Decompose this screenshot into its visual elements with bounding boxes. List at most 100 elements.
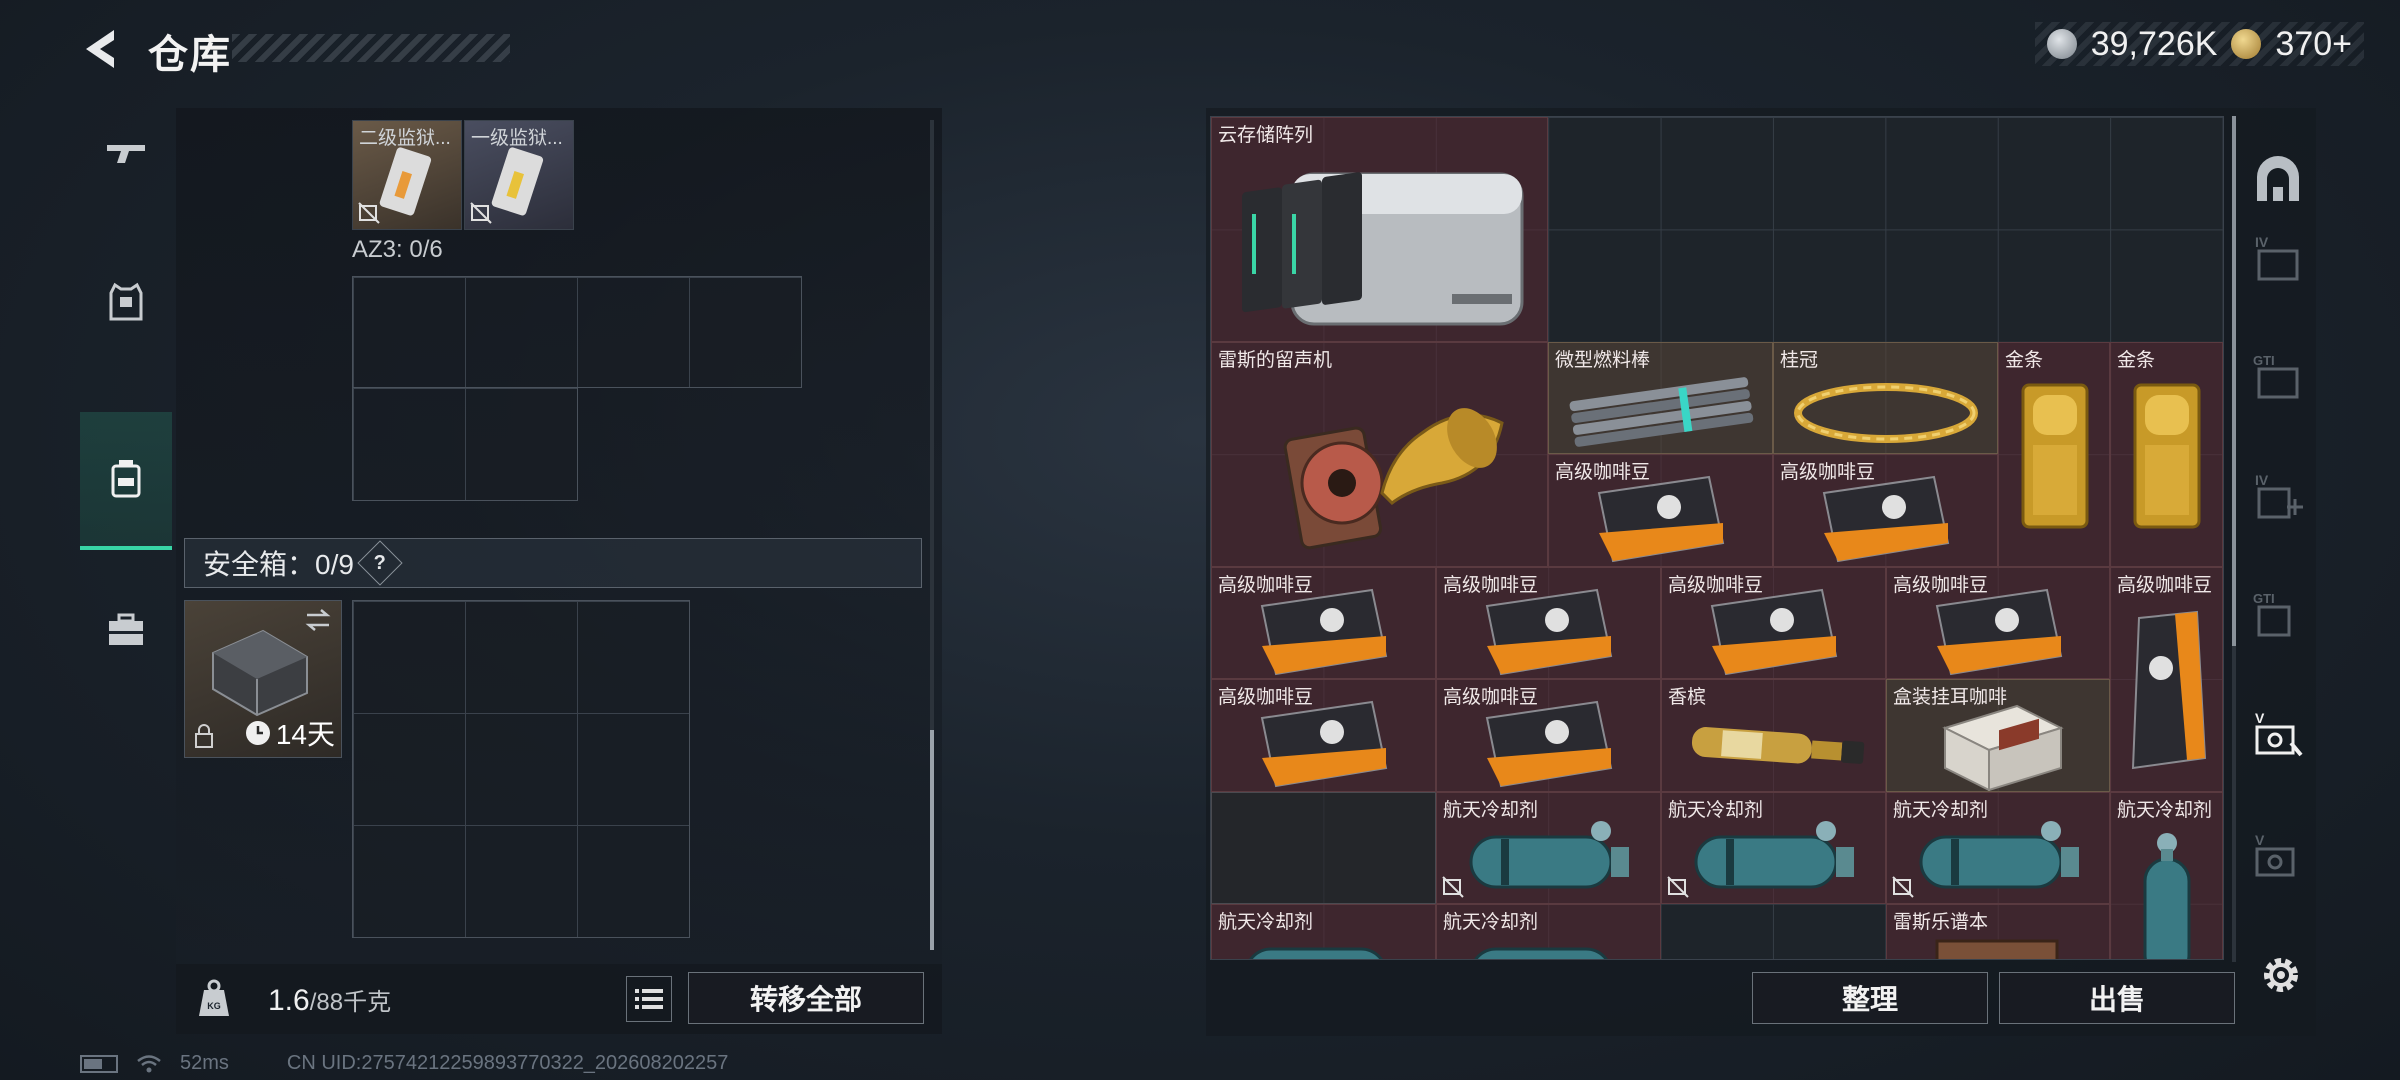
nav-backpack[interactable] (80, 412, 172, 550)
weight-icon: KG (199, 979, 229, 1016)
toolbox-icon (109, 613, 143, 645)
safebox-item[interactable]: 14天 (184, 600, 342, 758)
chevron-left-icon (86, 30, 114, 68)
laurel-crown-icon (1794, 383, 1978, 443)
item-champagne[interactable]: 香槟 (1661, 679, 1886, 792)
coffee-box-icon (1942, 704, 2064, 791)
item-premium-coffee[interactable]: 高级咖啡豆 (1661, 567, 1886, 679)
silver-amount: 39,726K (2090, 24, 2218, 63)
back-button[interactable] (78, 26, 122, 72)
no-insure-icon (1667, 876, 1689, 898)
left-scrollbar-thumb[interactable] (930, 730, 934, 950)
user-uid: CN UID:27574212259893770322_202608202257 (286, 1052, 729, 1074)
svg-text:KG: KG (207, 1001, 221, 1011)
item-premium-coffee[interactable]: 高级咖啡豆 (1211, 679, 1436, 792)
item-slot-keycard-2[interactable]: 二级监狱... (352, 120, 462, 230)
sort-button[interactable]: 整理 (1752, 972, 1988, 1024)
item-name: 微型燃料棒 (1555, 350, 1651, 371)
gold-coin-icon (2231, 29, 2262, 59)
safebox-label: 安全箱：0/9 (203, 549, 354, 580)
nav-weapon[interactable] (80, 106, 172, 198)
coffee-bag-icon (1597, 475, 1725, 563)
swap-icon[interactable] (303, 607, 333, 633)
item-name: 香槟 (1668, 687, 1707, 708)
expansion-box-v-alt-icon: V (2255, 832, 2295, 877)
filter-all[interactable] (2248, 150, 2308, 210)
filter-gti-tools[interactable]: GTI (2248, 584, 2308, 644)
item-gold-bar[interactable]: 金条 (2110, 342, 2223, 567)
coolant-tank-icon (1474, 947, 1608, 959)
expansion-box-v-icon: V (2255, 710, 2303, 757)
coolant-tank-icon (2143, 833, 2191, 959)
item-space-coolant-vertical[interactable]: 航天冷却剂 (2110, 792, 2223, 959)
nav-armor[interactable] (80, 256, 172, 348)
empty-slot[interactable] (1211, 792, 1436, 904)
filter-v-storage[interactable]: V (2248, 826, 2308, 886)
help-button[interactable]: ? (357, 540, 403, 586)
category-nav (80, 106, 172, 712)
item-premium-coffee-vertical[interactable]: 高级咖啡豆 (2110, 567, 2223, 792)
item-premium-coffee[interactable]: 高级咖啡豆 (1548, 454, 1773, 567)
warehouse-grid: 云存储阵列 雷斯的留声机 微型燃料棒 桂冠 金条 金条 高级咖啡豆 高级咖啡豆 … (1210, 116, 2224, 960)
list-icon (635, 989, 663, 1009)
az3-grid-top[interactable] (352, 276, 802, 388)
sell-button[interactable]: 出售 (1999, 972, 2235, 1024)
item-micro-fuel-rod[interactable]: 微型燃料棒 (1548, 342, 1773, 454)
lock-icon (195, 724, 213, 748)
coffee-bag-icon (1485, 588, 1613, 676)
list-view-button[interactable] (626, 976, 672, 1022)
item-laurel[interactable]: 桂冠 (1773, 342, 1998, 454)
item-premium-coffee[interactable]: 高级咖啡豆 (1773, 454, 1998, 567)
item-space-coolant[interactable]: 航天冷却剂 (1661, 792, 1886, 904)
no-insure-icon (470, 202, 492, 224)
filter-v-storage-active[interactable]: V (2248, 704, 2308, 764)
coolant-tank-icon (1249, 947, 1383, 959)
svg-text:V: V (2255, 710, 2265, 726)
gold-amount[interactable]: 370+ (2275, 25, 2352, 64)
coffee-bag-icon (1260, 700, 1388, 788)
coffee-bag-icon (1822, 475, 1950, 563)
ping-value: 52ms (180, 1052, 229, 1074)
item-reis-music-book[interactable]: 雷斯乐谱本 (1886, 904, 2110, 959)
silver-coin-icon (2046, 29, 2077, 59)
filter-gti-storage[interactable]: GTI (2248, 346, 2308, 406)
status-footer: 52ms CN UID:27574212259893770322_2026082… (80, 1052, 728, 1075)
coffee-bag-icon (2131, 610, 2207, 770)
expansion-box-gti-tool-icon: GTI (2253, 591, 2291, 637)
keycard-icon (379, 147, 432, 216)
item-premium-coffee[interactable]: 高级咖啡豆 (1436, 679, 1661, 792)
weight-capacity: /88千克 (309, 989, 392, 1016)
right-scrollbar-thumb[interactable] (2232, 116, 2236, 646)
item-space-coolant[interactable]: 航天冷却剂 (1436, 904, 1661, 959)
svg-text:IV: IV (2255, 472, 2269, 488)
filter-iv-storage[interactable]: IV (2248, 228, 2308, 288)
az3-grid-bottom[interactable] (352, 387, 578, 501)
item-cloud-storage-array[interactable]: 云存储阵列 (1211, 117, 1548, 342)
transfer-all-button[interactable]: 转移全部 (688, 972, 924, 1024)
nav-toolbox[interactable] (80, 584, 172, 676)
item-space-coolant[interactable]: 航天冷却剂 (1211, 904, 1436, 959)
item-slot-keycard-1[interactable]: 一级监狱... (464, 120, 574, 230)
coolant-tank-icon (1919, 821, 2079, 889)
item-gramophone[interactable]: 雷斯的留声机 (1211, 342, 1548, 567)
item-gold-bar[interactable]: 金条 (1998, 342, 2110, 567)
coffee-bag-icon (1485, 700, 1613, 788)
settings-gear-icon[interactable] (2258, 952, 2304, 998)
item-name: 航天冷却剂 (2117, 800, 2213, 821)
item-space-coolant[interactable]: 航天冷却剂 (1886, 792, 2110, 904)
item-name: 雷斯的留声机 (1218, 350, 1333, 371)
item-drip-coffee-box[interactable]: 盒装挂耳咖啡 (1886, 679, 2110, 792)
item-space-coolant[interactable]: 航天冷却剂 (1436, 792, 1661, 904)
coffee-bag-icon (1260, 588, 1388, 676)
no-insure-icon (1892, 876, 1914, 898)
item-premium-coffee[interactable]: 高级咖啡豆 (1886, 567, 2110, 679)
item-premium-coffee[interactable]: 高级咖啡豆 (1211, 567, 1436, 679)
keycard-icon (491, 147, 544, 216)
safebox-grid[interactable] (352, 600, 690, 938)
item-name: 雷斯乐谱本 (1893, 912, 1989, 933)
svg-text:GTI: GTI (2253, 591, 2275, 606)
safebox-case-icon (212, 629, 308, 717)
filter-iv-plus[interactable]: IV (2248, 466, 2308, 526)
item-premium-coffee[interactable]: 高级咖啡豆 (1436, 567, 1661, 679)
armor-icon (109, 282, 143, 321)
